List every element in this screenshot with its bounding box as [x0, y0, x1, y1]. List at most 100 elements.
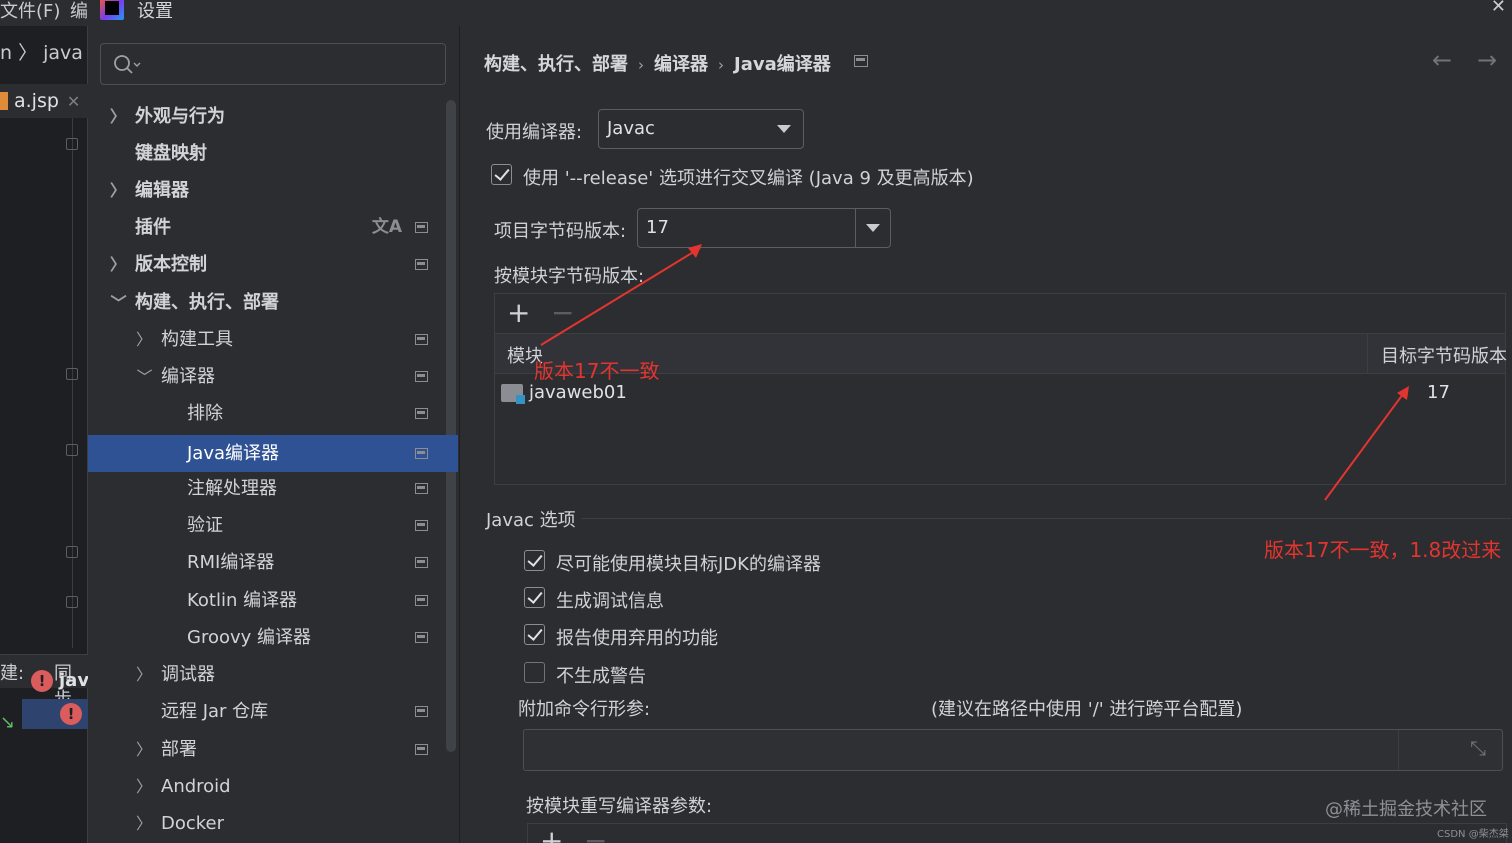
project-settings-icon	[415, 520, 428, 531]
tree-item-editor[interactable]: 〉 编辑器	[88, 172, 458, 209]
chevron-right-icon[interactable]: 〉	[136, 805, 152, 842]
extra-args-input[interactable]: ⤡	[523, 729, 1503, 771]
bytecode-version-select[interactable]: 17	[637, 208, 891, 248]
fold-marker-icon[interactable]	[66, 596, 78, 608]
settings-content: 构建、执行、部署 › 编译器 › Java编译器 ← → 使用编译器: Javac 使用…	[461, 26, 1512, 843]
fold-marker-icon[interactable]	[66, 138, 78, 150]
column-header-target[interactable]: 目标字节码版本	[1381, 342, 1507, 368]
add-icon[interactable]: +	[540, 824, 563, 843]
tree-item-label: Groovy 编译器	[187, 627, 312, 648]
expand-icon[interactable]: ⤡	[1470, 736, 1486, 760]
tree-item-keymap[interactable]: 键盘映射	[88, 135, 458, 172]
option-label: 尽可能使用模块目标JDK的编译器	[556, 554, 821, 575]
tree-item-validation[interactable]: 验证	[88, 507, 458, 544]
tree-item-label: 键盘映射	[135, 143, 207, 164]
tree-item-excludes[interactable]: 排除	[88, 395, 458, 432]
fold-marker-icon[interactable]	[66, 546, 78, 558]
tree-item-build-tools[interactable]: 〉 构建工具	[88, 321, 458, 358]
menu-edit[interactable]: 编	[70, 0, 88, 23]
override-args-label: 按模块重写编译器参数:	[526, 796, 713, 817]
success-arrow-icon: ↘	[0, 712, 16, 733]
option-label: 生成调试信息	[556, 591, 664, 612]
dropdown-arrow-icon	[777, 125, 791, 133]
tree-item-deployment[interactable]: 〉 部署	[88, 731, 458, 768]
fold-marker-icon[interactable]	[66, 444, 78, 456]
chevron-right-icon[interactable]: 〉	[136, 731, 152, 768]
compiler-label: 使用编译器:	[486, 122, 583, 143]
chevron-right-icon[interactable]: 〉	[136, 768, 152, 805]
build-result-row[interactable]: ! java	[22, 668, 101, 698]
build-result-row-selected[interactable]: !	[22, 699, 88, 729]
tree-item-remote-jar-repos[interactable]: 远程 Jar 仓库	[88, 693, 458, 730]
option-label: 报告使用弃用的功能	[556, 628, 718, 649]
tree-item-debugger[interactable]: 〉 调试器	[88, 656, 458, 693]
chevron-down-icon[interactable]: 〉	[126, 368, 163, 384]
tree-item-docker[interactable]: 〉 Docker	[88, 805, 458, 842]
tree-item-plugins[interactable]: 插件 文A	[88, 209, 458, 246]
remove-icon[interactable]: −	[584, 824, 607, 843]
chevron-right-icon[interactable]: 〉	[136, 656, 152, 693]
tree-item-label: 编辑器	[135, 180, 189, 201]
deprecation-checkbox[interactable]	[524, 624, 545, 645]
use-module-jdk-checkbox[interactable]	[524, 550, 545, 571]
tree-item-java-compiler[interactable]: Java编译器	[88, 435, 458, 472]
close-icon[interactable]: ✕	[1491, 0, 1506, 17]
breadcrumb-item[interactable]: 编译器	[654, 54, 708, 75]
remove-icon[interactable]: −	[551, 296, 574, 329]
tab-close-icon[interactable]: ✕	[67, 92, 80, 111]
release-option-label: 使用 '--release' 选项进行交叉编译 (Java 9 及更高版本)	[523, 168, 974, 189]
search-icon	[114, 55, 141, 74]
project-settings-icon	[415, 408, 428, 419]
add-icon[interactable]: +	[507, 296, 530, 329]
no-warnings-checkbox[interactable]	[524, 662, 545, 683]
extra-args-hint: (建议在路径中使用 '/' 进行跨平台配置)	[931, 699, 1243, 720]
project-settings-icon	[854, 55, 868, 67]
tree-item-groovy-compiler[interactable]: Groovy 编译器	[88, 619, 458, 656]
chevron-right-icon[interactable]: 〉	[136, 321, 152, 358]
expand-field[interactable]: ⤡	[1398, 730, 1502, 770]
editor-tab-a-jsp[interactable]: a.jsp ✕	[0, 84, 88, 118]
compiler-select[interactable]: Javac	[598, 109, 804, 149]
option-label: 不生成警告	[556, 666, 646, 687]
forward-arrow-icon[interactable]: →	[1477, 46, 1497, 74]
project-settings-icon	[415, 706, 428, 717]
chevron-down-icon[interactable]: 〉	[100, 294, 137, 310]
release-option-checkbox[interactable]	[491, 164, 512, 185]
settings-search-input[interactable]	[100, 43, 446, 85]
project-settings-icon	[415, 371, 428, 382]
chevron-right-icon[interactable]: 〉	[110, 246, 126, 283]
project-settings-icon	[415, 448, 428, 459]
tree-item-label: 部署	[161, 739, 197, 760]
tree-item-rmi-compiler[interactable]: RMI编译器	[88, 544, 458, 581]
tree-item-appearance[interactable]: 〉 外观与行为	[88, 98, 458, 135]
debug-info-checkbox[interactable]	[524, 587, 545, 608]
tree-item-label: 外观与行为	[135, 106, 225, 127]
tree-item-label: Docker	[161, 813, 225, 834]
module-name: javaweb01	[529, 382, 627, 403]
dropdown-arrow-icon	[866, 224, 880, 232]
tree-item-android[interactable]: 〉 Android	[88, 768, 458, 805]
tree-item-kotlin-compiler[interactable]: Kotlin 编译器	[88, 582, 458, 619]
tree-item-compiler[interactable]: 〉 编译器	[88, 358, 458, 395]
per-module-bytecode-table: + − 模块 目标字节码版本 javaweb01 17	[494, 293, 1507, 485]
project-settings-icon	[415, 744, 428, 755]
jsp-file-icon	[0, 92, 8, 110]
tree-item-label: 注解处理器	[187, 478, 277, 499]
intellij-logo-icon	[100, 0, 124, 20]
chevron-right-icon[interactable]: 〉	[110, 172, 126, 209]
tree-item-build-exec-deploy[interactable]: 〉 构建、执行、部署	[88, 284, 458, 321]
back-arrow-icon[interactable]: ←	[1432, 46, 1452, 74]
menu-file[interactable]: 文件(F)	[0, 0, 60, 23]
tree-item-annotation-processors[interactable]: 注解处理器	[88, 470, 458, 507]
breadcrumb-item[interactable]: 构建、执行、部署	[484, 54, 628, 75]
tree-item-label: Java编译器	[187, 443, 280, 464]
tree-item-label: RMI编译器	[187, 552, 275, 573]
project-settings-icon	[415, 334, 428, 345]
breadcrumb: 构建、执行、部署 › 编译器 › Java编译器	[484, 50, 831, 76]
tree-item-vcs[interactable]: 〉 版本控制	[88, 246, 458, 283]
fold-marker-icon[interactable]	[66, 368, 78, 380]
module-target-version[interactable]: 17	[1427, 382, 1450, 403]
breadcrumb-separator: ›	[718, 56, 724, 74]
chevron-right-icon[interactable]: 〉	[110, 98, 126, 135]
bytecode-version-label: 项目字节码版本:	[494, 221, 627, 242]
